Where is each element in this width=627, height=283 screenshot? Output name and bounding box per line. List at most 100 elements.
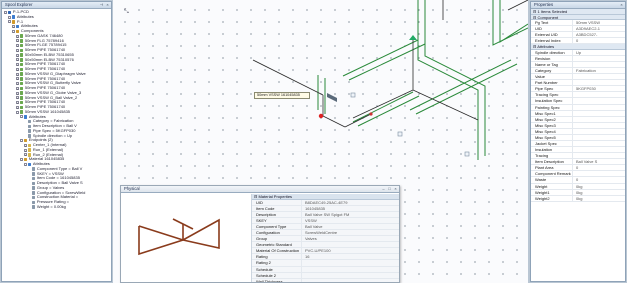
- maximize-icon[interactable]: □: [387, 187, 392, 191]
- property-value[interactable]: 0: [573, 177, 625, 182]
- property-value[interactable]: [302, 273, 399, 278]
- expand-icon[interactable]: +: [16, 101, 19, 105]
- property-row[interactable]: Weight2 0kg: [531, 195, 625, 202]
- property-value[interactable]: 0: [573, 165, 625, 170]
- collapse-icon[interactable]: -: [24, 162, 27, 166]
- property-value[interactable]: VSSW: [302, 218, 399, 223]
- property-value[interactable]: PVC-U/PE100: [302, 248, 399, 253]
- property-value[interactable]: [573, 74, 625, 79]
- property-name: Revision: [531, 55, 573, 61]
- spool-explorer-titlebar[interactable]: Spool Explorer ⊣ ×: [2, 2, 111, 9]
- property-value[interactable]: [573, 147, 625, 152]
- properties-titlebar[interactable]: Properties ×: [531, 2, 625, 9]
- tree-node-icon: [32, 172, 36, 176]
- property-value[interactable]: [573, 129, 625, 134]
- collapse-icon[interactable]: -: [8, 20, 11, 24]
- property-name: Misc Spec5: [531, 134, 573, 140]
- property-value[interactable]: [302, 279, 399, 282]
- tree-node-icon: [20, 34, 24, 38]
- collapse-icon[interactable]: -: [12, 29, 15, 33]
- property-value[interactable]: 0kg: [573, 190, 625, 195]
- property-value[interactable]: Ball Valve: [302, 224, 399, 229]
- property-value[interactable]: [573, 111, 625, 116]
- property-value[interactable]: 0: [573, 38, 625, 43]
- property-value[interactable]: [302, 242, 399, 247]
- expand-icon[interactable]: +: [16, 86, 19, 90]
- expand-icon[interactable]: +: [16, 63, 19, 67]
- ball-valve-symbol: [138, 218, 220, 256]
- property-value[interactable]: [573, 171, 625, 176]
- property-value[interactable]: 16: [302, 254, 399, 259]
- property-value[interactable]: [573, 56, 625, 61]
- expand-icon[interactable]: +: [16, 34, 19, 38]
- collapse-icon[interactable]: -: [8, 15, 11, 19]
- expand-icon[interactable]: +: [16, 72, 19, 76]
- tree-node-icon: [24, 157, 28, 162]
- minimize-icon[interactable]: –: [381, 187, 386, 191]
- property-value[interactable]: [573, 98, 625, 103]
- expand-icon[interactable]: +: [16, 67, 19, 71]
- property-value[interactable]: [302, 260, 399, 265]
- property-value[interactable]: [573, 117, 625, 122]
- collapse-icon[interactable]: -: [16, 110, 19, 114]
- property-value[interactable]: 50mm VSSW: [573, 20, 625, 25]
- expand-icon[interactable]: +: [24, 143, 27, 147]
- property-value[interactable]: Ball Valve S: [573, 159, 625, 164]
- expand-icon[interactable]: +: [16, 105, 19, 109]
- collapse-icon[interactable]: -: [20, 158, 23, 162]
- property-value[interactable]: [573, 141, 625, 146]
- expand-icon[interactable]: +: [16, 77, 19, 81]
- property-value[interactable]: B8DAEC49-25AC-4E79: [302, 200, 399, 205]
- property-value[interactable]: Valves: [302, 236, 399, 241]
- expand-icon[interactable]: +: [16, 39, 19, 43]
- property-value[interactable]: 161045835: [302, 206, 399, 211]
- physical-titlebar[interactable]: Physical – □ ×: [121, 186, 399, 193]
- property-value[interactable]: [573, 123, 625, 128]
- property-value[interactable]: Up: [573, 50, 625, 55]
- property-value[interactable]: [573, 80, 625, 85]
- close-icon[interactable]: ×: [619, 3, 624, 7]
- expand-icon[interactable]: +: [16, 44, 19, 48]
- property-value[interactable]: 5KGFP030: [573, 86, 625, 91]
- expand-icon[interactable]: +: [16, 96, 19, 100]
- property-name: Name or Tag: [531, 61, 573, 68]
- property-value[interactable]: [302, 267, 399, 272]
- expand-icon[interactable]: +: [16, 58, 19, 62]
- tree-node-icon: [20, 72, 24, 76]
- expand-icon[interactable]: +: [12, 25, 15, 29]
- tree-node[interactable]: Weight = 0.00kg: [4, 204, 109, 210]
- property-name: Tracing: [531, 153, 573, 159]
- property-value[interactable]: [573, 92, 625, 97]
- expand-icon[interactable]: +: [16, 82, 19, 86]
- close-icon[interactable]: ×: [105, 3, 110, 7]
- property-value[interactable]: [573, 153, 625, 158]
- property-value[interactable]: 0kg: [573, 184, 625, 189]
- expand-icon[interactable]: +: [24, 148, 27, 152]
- property-value[interactable]: 0kg: [573, 196, 625, 201]
- expand-icon[interactable]: +: [24, 153, 27, 157]
- property-value[interactable]: ScrewWeldCentre: [302, 230, 399, 235]
- property-value[interactable]: A3BDC527-: [573, 32, 625, 37]
- property-value[interactable]: [573, 62, 625, 67]
- property-value[interactable]: [573, 105, 625, 110]
- property-value[interactable]: Fabrication: [573, 68, 625, 73]
- property-name: Wall Thickness: [252, 278, 302, 282]
- collapse-icon[interactable]: -: [4, 10, 7, 14]
- expand-icon[interactable]: +: [16, 48, 19, 52]
- spool-tree[interactable]: - P-1-PCD - Attributes - P-1 + Attributes - Compo…: [4, 10, 109, 279]
- property-name: Weight: [531, 183, 573, 189]
- close-icon[interactable]: ×: [393, 187, 398, 191]
- expand-icon[interactable]: +: [16, 53, 19, 57]
- property-value[interactable]: [573, 135, 625, 140]
- pin-icon[interactable]: ⊣: [99, 3, 104, 7]
- property-value[interactable]: A3D9AEC2-1: [573, 26, 625, 31]
- property-row[interactable]: Wall Thickness: [252, 278, 399, 282]
- collapse-icon[interactable]: -: [20, 115, 23, 119]
- property-value[interactable]: Ball Valve SW Spigot FM: [302, 212, 399, 217]
- expand-icon[interactable]: +: [16, 91, 19, 95]
- collapse-icon[interactable]: -: [20, 139, 23, 143]
- attribute-properties-grid: Spindle direction Up Revision Name or Tag Ca…: [531, 49, 625, 202]
